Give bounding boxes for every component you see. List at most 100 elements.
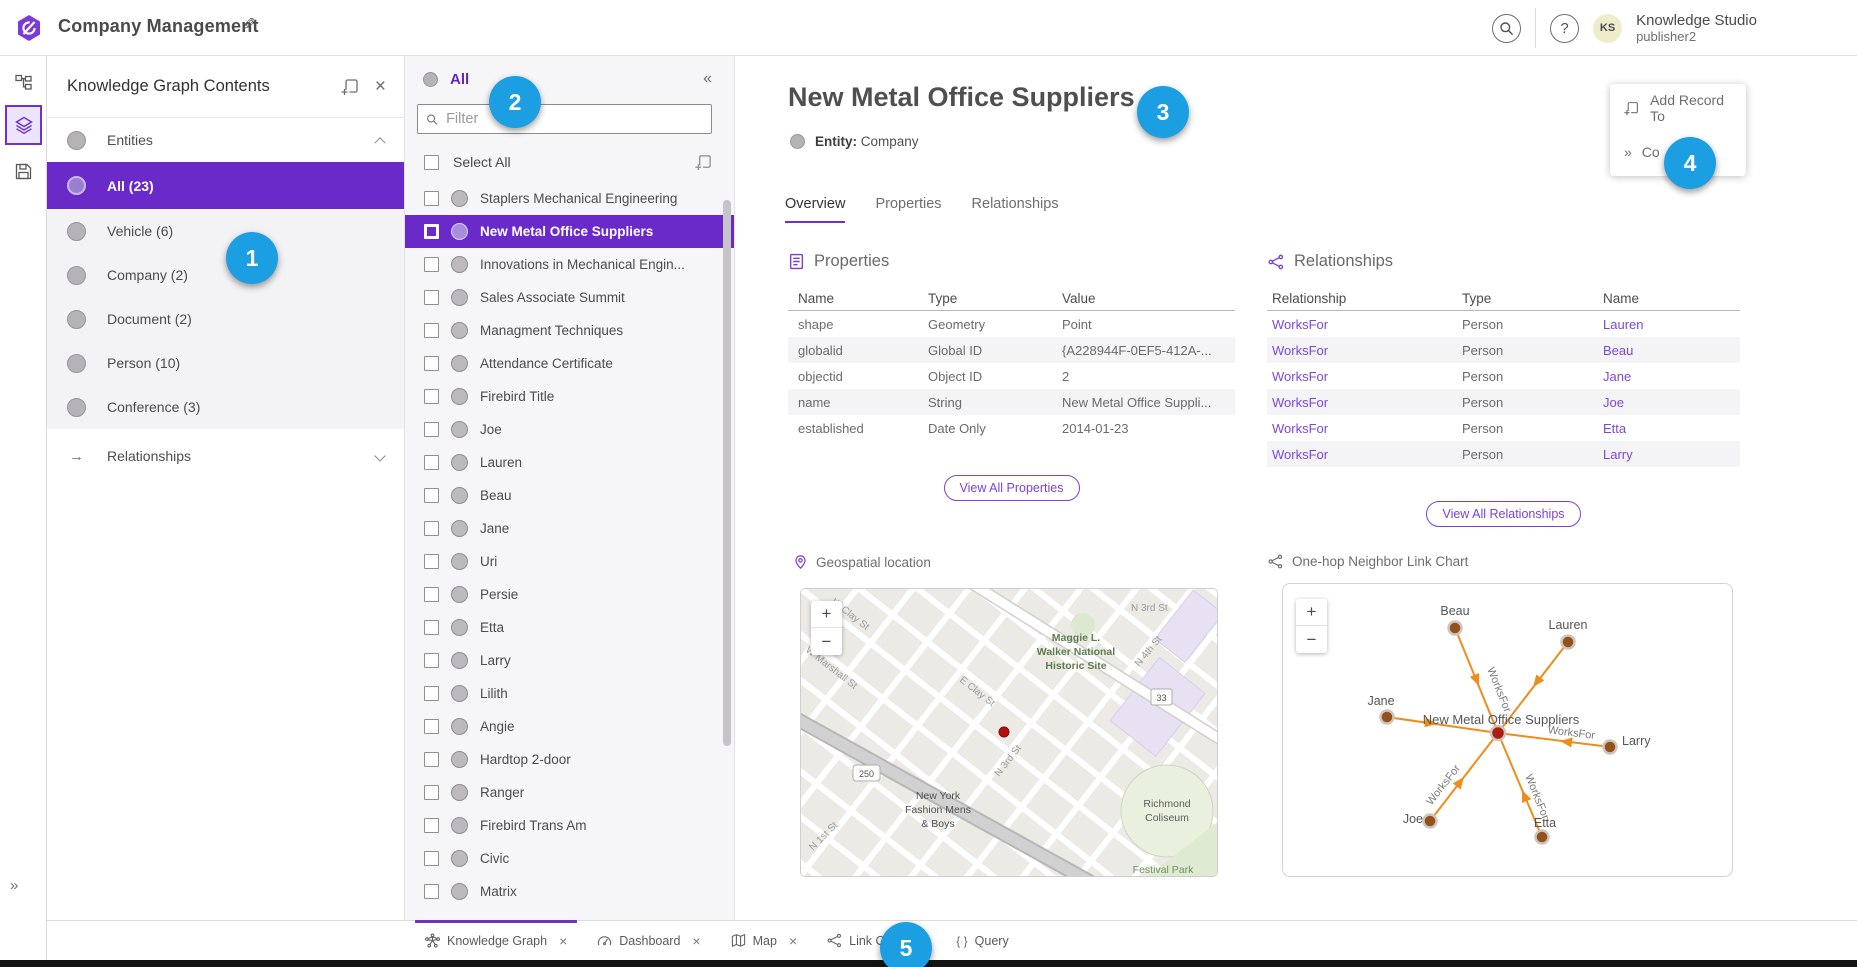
zoom-in-button[interactable]: +: [811, 601, 842, 628]
list-item[interactable]: Lauren: [405, 446, 734, 479]
hierarchy-icon[interactable]: [5, 62, 42, 102]
layers-icon[interactable]: [5, 105, 42, 145]
list-item-selected[interactable]: New Metal Office Suppliers: [405, 215, 734, 248]
list-item[interactable]: Matrix: [405, 875, 734, 908]
checkbox[interactable]: [424, 686, 439, 701]
list-item[interactable]: Innovations in Mechanical Engin...: [405, 248, 734, 281]
menu-item-add-record-to[interactable]: Add Record To: [1610, 86, 1746, 130]
node-etta[interactable]: [1536, 831, 1549, 844]
checkbox[interactable]: [424, 884, 439, 899]
relationships-group-header[interactable]: → Relationships: [47, 434, 404, 478]
save-icon[interactable]: [5, 151, 42, 191]
user-info[interactable]: Knowledge Studio publisher2: [1636, 12, 1757, 44]
checkbox[interactable]: [424, 488, 439, 503]
list-item[interactable]: Sales Associate Summit: [405, 281, 734, 314]
checkbox[interactable]: [424, 455, 439, 470]
view-all-relationships-button[interactable]: View All Relationships: [1426, 501, 1580, 527]
search-icon: [426, 113, 438, 126]
add-record-icon[interactable]: [341, 78, 359, 96]
poi-label: Richmond: [1143, 798, 1190, 810]
search-button[interactable]: [1492, 14, 1521, 43]
annotation-badge-1: 1: [226, 232, 278, 284]
entity-type-document[interactable]: Document (2): [47, 297, 404, 341]
list-item[interactable]: Jane: [405, 512, 734, 545]
checkbox[interactable]: [424, 521, 439, 536]
tab-overview[interactable]: Overview: [785, 196, 845, 223]
select-all-checkbox[interactable]: [424, 155, 439, 170]
list-item[interactable]: Ranger: [405, 776, 734, 809]
expand-rail-button[interactable]: »: [10, 877, 17, 894]
list-item[interactable]: Attendance Certificate: [405, 347, 734, 380]
checkbox[interactable]: [424, 554, 439, 569]
tab-relationships[interactable]: Relationships: [972, 196, 1059, 223]
checkbox[interactable]: [424, 752, 439, 767]
list-item[interactable]: Lilith: [405, 677, 734, 710]
zoom-out-button[interactable]: −: [1296, 626, 1327, 653]
node-lauren[interactable]: [1562, 636, 1575, 649]
scrollbar[interactable]: [723, 200, 731, 746]
checkbox[interactable]: [424, 422, 439, 437]
list-item[interactable]: Larry: [405, 644, 734, 677]
checkbox[interactable]: [424, 653, 439, 668]
checkbox[interactable]: [424, 389, 439, 404]
list-item[interactable]: Etta: [405, 611, 734, 644]
poi-label: Walker National: [1037, 646, 1115, 658]
collapse-panel-icon[interactable]: «: [703, 70, 712, 88]
node-jane[interactable]: [1381, 711, 1394, 724]
checkbox[interactable]: [424, 818, 439, 833]
list-item[interactable]: Angie: [405, 710, 734, 743]
node-beau[interactable]: [1449, 622, 1462, 635]
map-widget[interactable]: W Clay St W Marshall St E Clay St N 3rd …: [800, 588, 1218, 877]
checkbox[interactable]: [424, 290, 439, 305]
help-button[interactable]: ?: [1550, 14, 1579, 43]
list-item[interactable]: Managment Techniques: [405, 314, 734, 347]
node-center[interactable]: [1491, 726, 1505, 740]
add-record-icon[interactable]: [695, 154, 712, 171]
poi-label: Coliseum: [1145, 812, 1189, 824]
checkbox[interactable]: [424, 356, 439, 371]
app-logo-icon[interactable]: [16, 14, 42, 42]
close-tab-icon[interactable]: ×: [789, 933, 797, 949]
list-item[interactable]: Persie: [405, 578, 734, 611]
checkbox[interactable]: [424, 620, 439, 635]
checkbox[interactable]: [424, 719, 439, 734]
checkbox[interactable]: [424, 587, 439, 602]
zoom-in-button[interactable]: +: [1296, 599, 1327, 626]
close-tab-icon[interactable]: ×: [692, 933, 700, 949]
entity-type-person[interactable]: Person (10): [47, 341, 404, 385]
checkbox[interactable]: [424, 785, 439, 800]
list-item[interactable]: Joe: [405, 413, 734, 446]
entities-group-header[interactable]: Entities: [47, 118, 404, 162]
close-tab-icon[interactable]: ×: [559, 933, 567, 949]
checkbox[interactable]: [424, 257, 439, 272]
node-joe[interactable]: [1424, 815, 1437, 828]
filter-input[interactable]: [446, 111, 703, 127]
entity-type-vehicle[interactable]: Vehicle (6): [47, 209, 404, 253]
checkbox[interactable]: [424, 191, 439, 206]
avatar[interactable]: KS: [1593, 14, 1622, 43]
list-item[interactable]: Civic: [405, 842, 734, 875]
tab-knowledge-graph[interactable]: Knowledge Graph ×: [415, 921, 577, 960]
zoom-out-button[interactable]: −: [811, 628, 842, 655]
select-all-row[interactable]: Select All: [405, 142, 734, 182]
checkbox[interactable]: [424, 851, 439, 866]
list-item[interactable]: Hardtop 2-door: [405, 743, 734, 776]
list-item[interactable]: Firebird Trans Am: [405, 809, 734, 842]
entity-type-all[interactable]: All (23): [47, 162, 404, 209]
list-item[interactable]: Beau: [405, 479, 734, 512]
close-panel-icon[interactable]: ×: [375, 76, 386, 98]
tab-query[interactable]: { } Query: [946, 921, 1018, 960]
entity-type-conference[interactable]: Conference (3): [47, 385, 404, 429]
list-item[interactable]: Uri: [405, 545, 734, 578]
checkbox[interactable]: [424, 323, 439, 338]
edit-title-icon[interactable]: ✎: [242, 15, 256, 35]
list-item[interactable]: Firebird Title: [405, 380, 734, 413]
tab-properties[interactable]: Properties: [875, 196, 941, 223]
list-item[interactable]: Staplers Mechanical Engineering: [405, 182, 734, 215]
checkbox[interactable]: [424, 224, 439, 239]
node-larry[interactable]: [1604, 741, 1617, 754]
tab-dashboard[interactable]: Dashboard ×: [587, 921, 710, 960]
tab-map[interactable]: Map ×: [721, 921, 808, 960]
link-chart-widget[interactable]: WorksFor WorksFor WorksFor WorksFor Beau: [1282, 583, 1733, 877]
view-all-properties-button[interactable]: View All Properties: [944, 475, 1080, 501]
